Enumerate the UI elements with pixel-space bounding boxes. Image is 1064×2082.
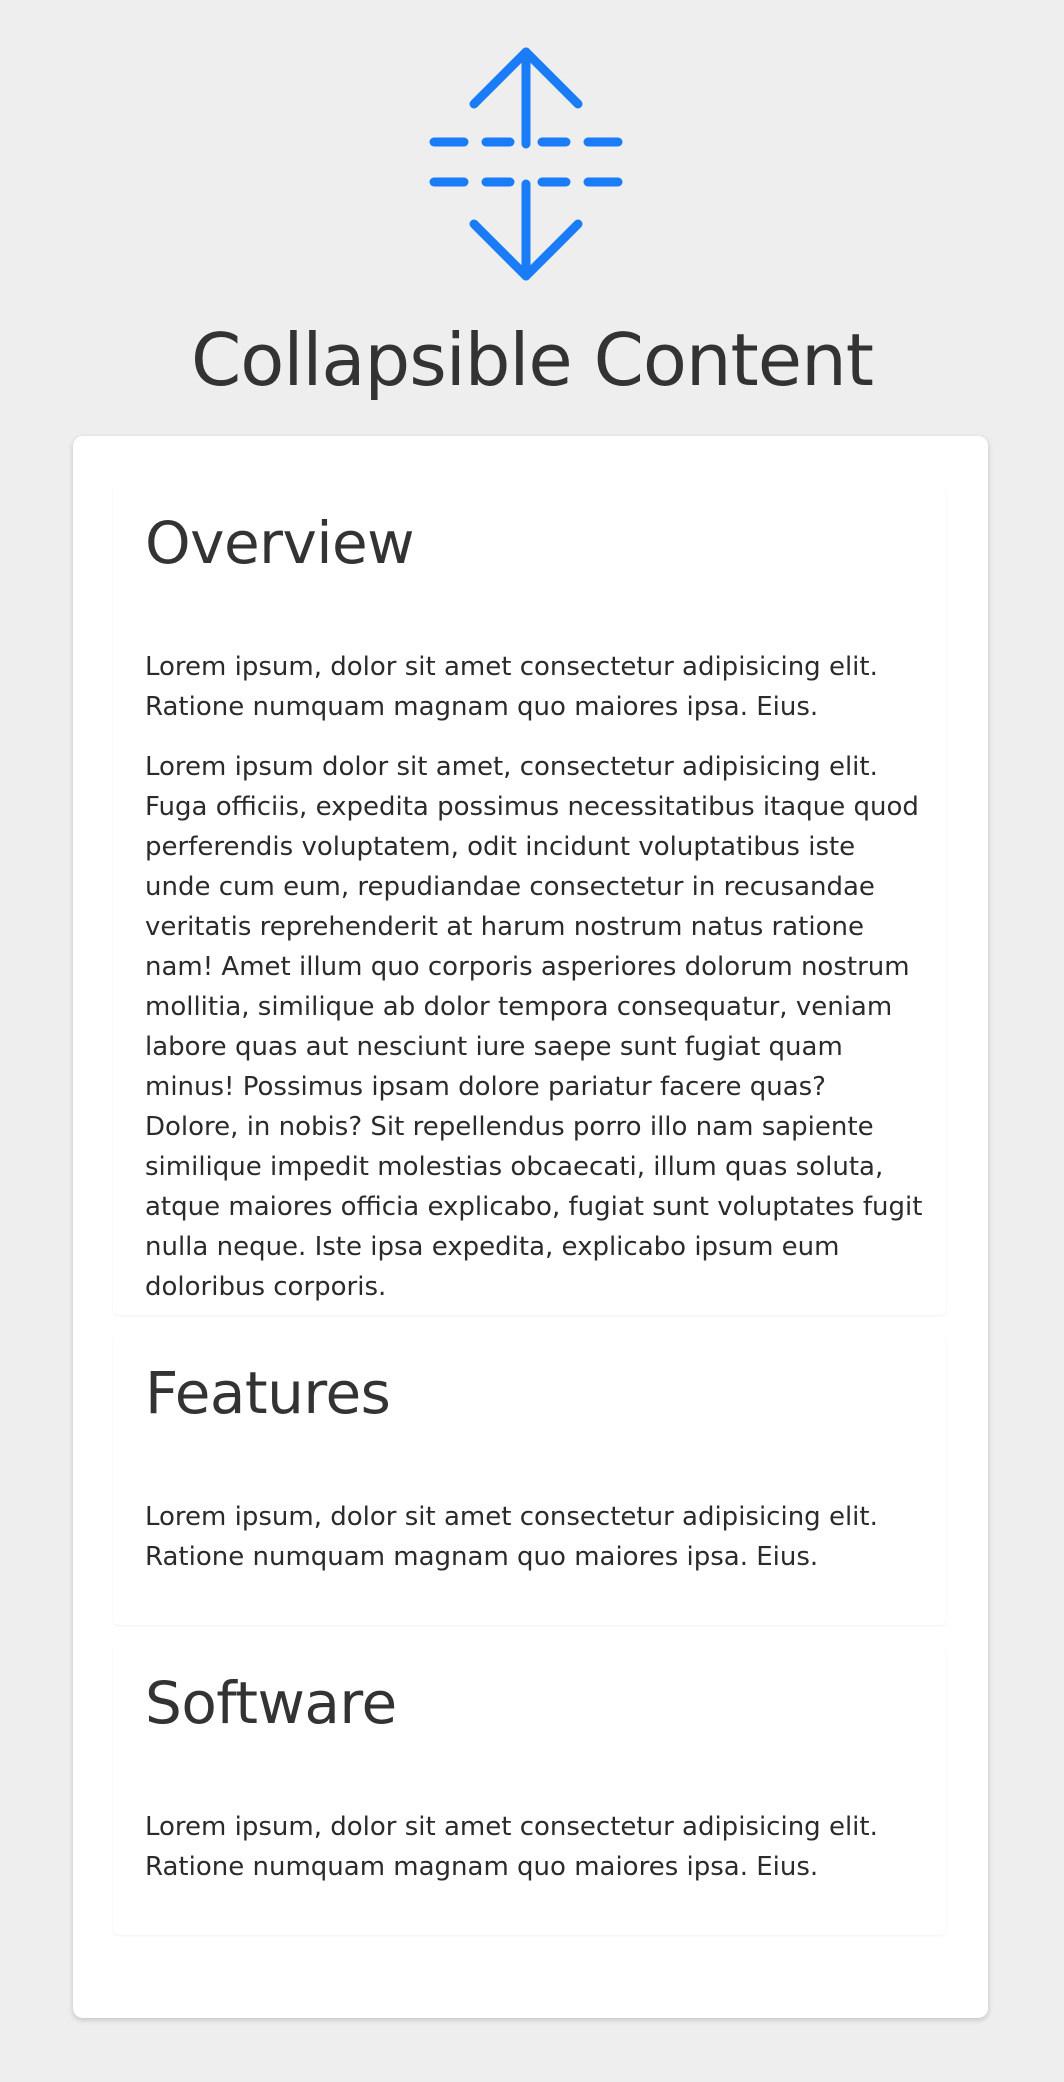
section-title-features[interactable]: Features [145,1357,391,1429]
expand-collapse-icon [429,47,623,281]
section-body-text: Lorem ipsum dolor sit amet, consectetur … [145,752,923,1302]
collapsible-section-overview[interactable]: Overview Lorem ipsum, dolor sit amet con… [113,485,946,1315]
page-title: Collapsible Content [191,318,874,402]
section-summary-text: Lorem ipsum, dolor sit amet consectetur … [145,1812,878,1882]
section-summary-text: Lorem ipsum, dolor sit amet consectetur … [145,1502,878,1572]
section-summary-text: Lorem ipsum, dolor sit amet consectetur … [145,652,878,722]
content-card: Overview Lorem ipsum, dolor sit amet con… [73,436,988,2018]
section-title-overview[interactable]: Overview [145,507,415,579]
collapsible-section-features[interactable]: Features Lorem ipsum, dolor sit amet con… [113,1335,946,1625]
section-title-software[interactable]: Software [145,1667,397,1739]
collapsible-section-software[interactable]: Software Lorem ipsum, dolor sit amet con… [113,1645,946,1935]
